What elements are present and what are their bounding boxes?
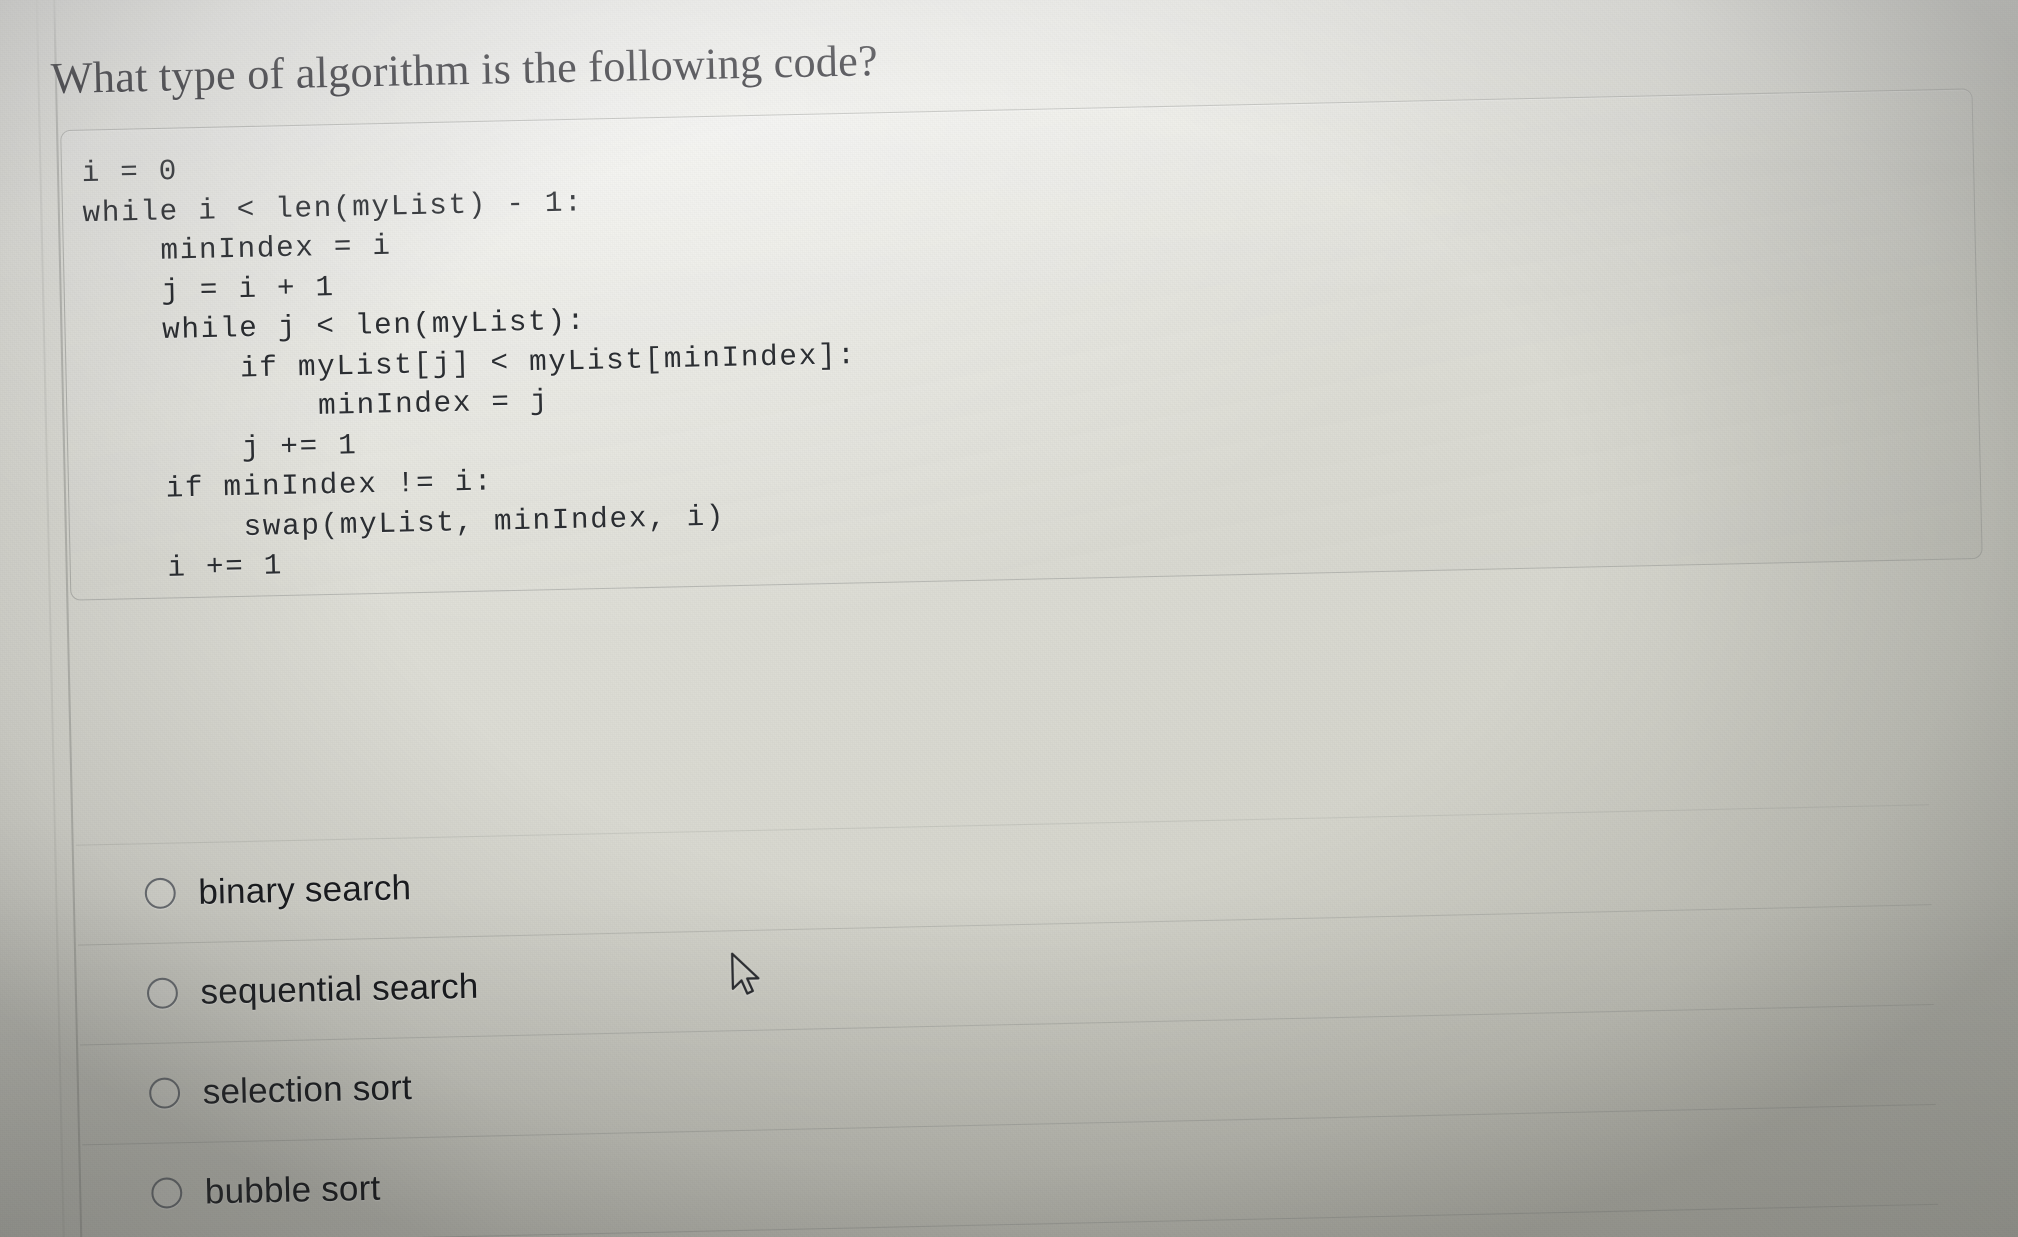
radio-button-icon-binary-search[interactable] [144,877,177,910]
option-label-binary-search: binary search [197,867,412,912]
radio-button-icon-sequential-search[interactable] [146,977,179,1010]
question-prompt: What type of algorithm is the following … [50,37,879,104]
code-snippet: i = 0 while i < len(myList) - 1: minInde… [81,154,857,587]
radio-button-icon-bubble-sort[interactable] [151,1177,183,1209]
answer-options-list: binary search sequential search selectio… [75,804,1939,1237]
option-label-sequential-search: sequential search [200,966,479,1012]
radio-button-icon-selection-sort[interactable] [148,1077,181,1109]
option-label-bubble-sort: bubble sort [204,1168,381,1212]
quiz-screenshot-photo: What type of algorithm is the following … [0,0,2018,1237]
quiz-page: What type of algorithm is the following … [0,0,2018,1237]
option-label-selection-sort: selection sort [202,1067,413,1112]
